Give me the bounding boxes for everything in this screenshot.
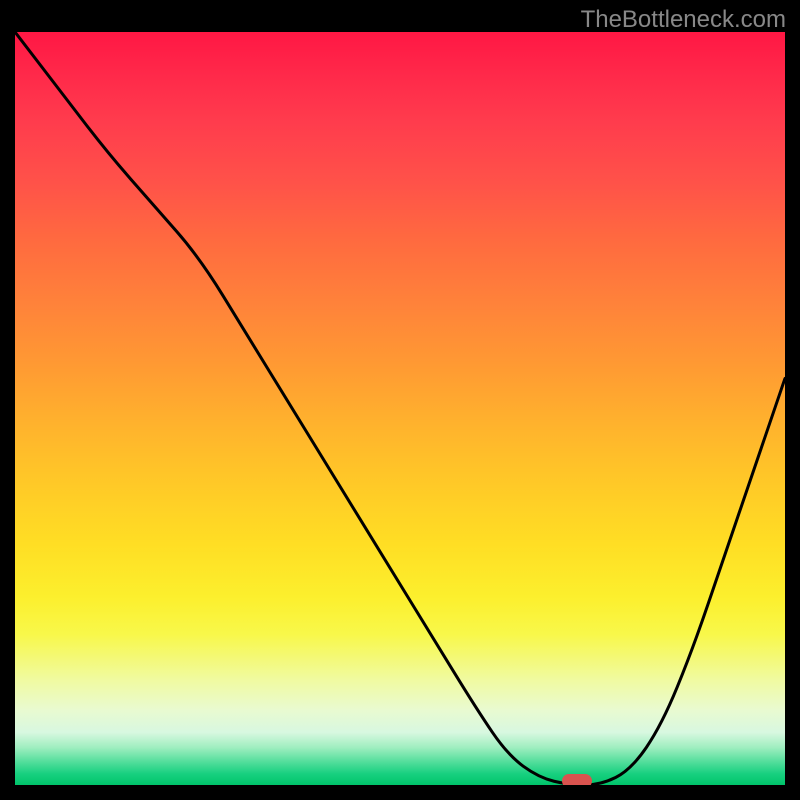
bottleneck-curve-line — [15, 32, 785, 785]
chart-plot-area — [15, 32, 785, 785]
watermark-text: TheBottleneck.com — [581, 6, 786, 34]
chart-curve-svg — [15, 32, 785, 785]
optimal-point-marker — [562, 774, 592, 785]
